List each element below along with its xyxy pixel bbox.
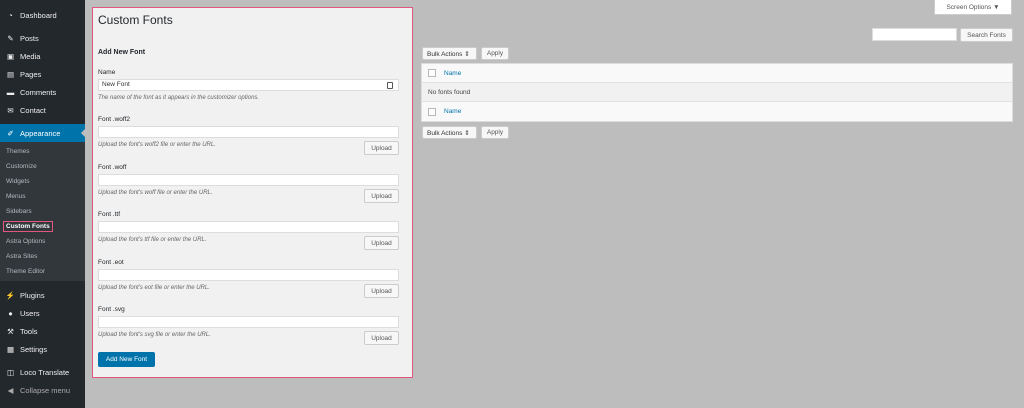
mail-icon: ✉ xyxy=(7,105,14,115)
nav-appearance[interactable]: ✐ Appearance xyxy=(0,124,85,142)
sub-customize[interactable]: Customize xyxy=(0,159,85,174)
settings-icon: ▦ xyxy=(6,344,15,354)
admin-sidebar: ◔ Dashboard ✎ Posts ▣ Media ▤ Pages ▬ Comment… xyxy=(0,0,85,408)
select-all-checkbox-footer[interactable] xyxy=(428,107,436,116)
translate-icon: ◫ xyxy=(6,367,15,377)
add-new-font-button[interactable]: Add New Font xyxy=(98,352,155,367)
nav-loco-translate[interactable]: ◫ Loco Translate xyxy=(0,363,85,381)
sub-astra-options[interactable]: Astra Options xyxy=(0,234,85,249)
font-name-input[interactable]: New Font xyxy=(98,79,399,91)
nav-tools[interactable]: ⚒ Tools xyxy=(0,322,85,340)
nav-media[interactable]: ▣ Media xyxy=(0,47,85,65)
ttf-url-input[interactable] xyxy=(98,221,399,233)
sub-sidebars[interactable]: Sidebars xyxy=(0,204,85,219)
nav-pages[interactable]: ▤ Pages xyxy=(0,65,85,83)
eot-url-input[interactable] xyxy=(98,269,399,281)
table-footer: Name xyxy=(422,102,1012,121)
select-all-checkbox[interactable] xyxy=(428,69,436,77)
form-title: Add New Font xyxy=(98,49,146,56)
media-icon: ▣ xyxy=(6,51,15,61)
column-name-footer[interactable]: Name xyxy=(444,108,461,115)
add-font-panel: Custom Fonts Add New Font Name New Font … xyxy=(92,7,413,378)
empty-row: No fonts found xyxy=(422,83,1012,102)
nav-settings[interactable]: ▦ Settings xyxy=(0,340,85,358)
ttf-description: Upload the font's ttf file or enter the … xyxy=(98,237,207,243)
page-title: Custom Fonts xyxy=(98,13,173,27)
nav-contact[interactable]: ✉ Contact xyxy=(0,101,85,119)
sub-menus[interactable]: Menus xyxy=(0,189,85,204)
upload-woff2-button[interactable]: Upload xyxy=(364,141,399,155)
upload-ttf-button[interactable]: Upload xyxy=(364,236,399,250)
contact-card-icon xyxy=(387,82,393,89)
dashboard-icon: ◔ xyxy=(8,10,13,20)
brush-icon: ✐ xyxy=(7,128,14,138)
upload-woff-button[interactable]: Upload xyxy=(364,189,399,203)
nav-comments[interactable]: ▬ Comments xyxy=(0,83,85,101)
woff2-description: Upload the font's woff2 file or enter th… xyxy=(98,142,216,148)
column-name-header[interactable]: Name xyxy=(444,70,461,77)
eot-label: Font .eot xyxy=(98,259,124,266)
woff2-url-input[interactable] xyxy=(98,126,399,138)
bulk-actions-select-bottom[interactable]: Bulk Actions ⇕ xyxy=(422,126,477,139)
collapse-icon: ◀ xyxy=(7,385,14,395)
collapse-menu[interactable]: ◀ Collapse menu xyxy=(0,381,85,399)
search-fonts-button[interactable]: Search Fonts xyxy=(960,28,1013,42)
user-icon: ● xyxy=(8,308,13,318)
pages-icon: ▤ xyxy=(6,69,15,79)
woff-url-input[interactable] xyxy=(98,174,399,186)
apply-button-top[interactable]: Apply xyxy=(481,47,509,60)
woff2-label: Font .woff2 xyxy=(98,116,131,123)
name-label: Name xyxy=(98,69,116,76)
empty-message: No fonts found xyxy=(428,88,471,96)
sub-astra-sites[interactable]: Astra Sites xyxy=(0,249,85,264)
nav-users[interactable]: ● Users xyxy=(0,304,85,322)
svg-label: Font .svg xyxy=(98,306,125,313)
woff-label: Font .woff xyxy=(98,164,127,171)
name-description: The name of the font as it appears in th… xyxy=(98,95,260,101)
comment-icon: ▬ xyxy=(6,87,15,97)
wrench-icon: ⚒ xyxy=(7,326,14,336)
plug-icon: ⚡ xyxy=(5,290,16,300)
sub-widgets[interactable]: Widgets xyxy=(0,174,85,189)
sub-themes[interactable]: Themes xyxy=(0,144,85,159)
eot-description: Upload the font's eot file or enter the … xyxy=(98,285,210,291)
fonts-table: Name No fonts found Name xyxy=(421,63,1013,122)
pin-icon: ✎ xyxy=(7,33,14,43)
nav-plugins[interactable]: ⚡ Plugins xyxy=(0,286,85,304)
nav-posts[interactable]: ✎ Posts xyxy=(0,29,85,47)
sub-custom-fonts[interactable]: Custom Fonts xyxy=(0,219,85,234)
apply-button-bottom[interactable]: Apply xyxy=(481,126,509,139)
appearance-submenu: Themes Customize Widgets Menus Sidebars … xyxy=(0,142,85,281)
screen-options-button[interactable]: Screen Options ▼ xyxy=(934,0,1012,15)
sub-theme-editor[interactable]: Theme Editor xyxy=(0,264,85,279)
table-header: Name xyxy=(422,64,1012,83)
nav-dashboard[interactable]: ◔ Dashboard xyxy=(0,6,85,24)
svg-description: Upload the font's svg file or enter the … xyxy=(98,332,211,338)
search-fonts-input[interactable] xyxy=(872,28,957,41)
svg-url-input[interactable] xyxy=(98,316,399,328)
ttf-label: Font .ttf xyxy=(98,211,121,218)
woff-description: Upload the font's woff file or enter the… xyxy=(98,190,213,196)
bulk-actions-select-top[interactable]: Bulk Actions ⇕ xyxy=(422,47,477,60)
upload-svg-button[interactable]: Upload xyxy=(364,331,399,345)
upload-eot-button[interactable]: Upload xyxy=(364,284,399,298)
